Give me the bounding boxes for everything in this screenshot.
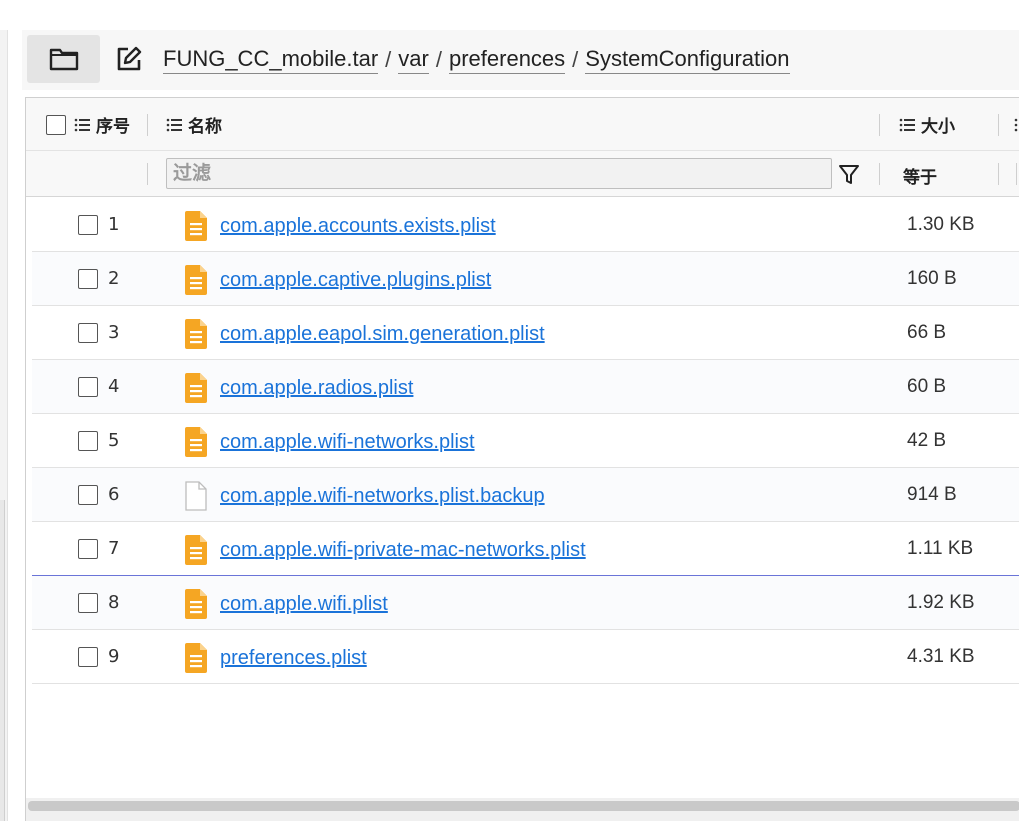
path-toolbar: FUNG_CC_mobile.tar / var / preferences /… — [22, 30, 1019, 90]
breadcrumb-item-var[interactable]: var — [398, 46, 429, 74]
table-row[interactable]: 3 com.apple.eapol.sim.generation.plist 66 … — [32, 306, 1019, 360]
row-index: 9 — [108, 646, 120, 667]
file-name-link[interactable]: com.apple.wifi-networks.plist — [220, 431, 475, 454]
filter-icon[interactable] — [837, 163, 861, 187]
file-size: 1.11 KB — [907, 538, 974, 559]
breadcrumb: FUNG_CC_mobile.tar / var / preferences /… — [163, 44, 790, 76]
row-checkbox[interactable] — [78, 485, 98, 505]
table-row[interactable]: 1 com.apple.accounts.exists.plist 1.30 KB — [32, 198, 1019, 252]
row-index: 5 — [108, 430, 120, 451]
breadcrumb-item-systemconfiguration[interactable]: SystemConfiguration — [585, 46, 790, 74]
select-all-checkbox[interactable] — [46, 114, 66, 135]
file-name-link[interactable]: com.apple.wifi.plist — [220, 593, 388, 616]
file-name-link[interactable]: com.apple.eapol.sim.generation.plist — [220, 323, 545, 346]
file-icon — [183, 319, 209, 349]
column-resize-handle[interactable] — [147, 114, 148, 136]
file-name-link[interactable]: com.apple.radios.plist — [220, 377, 413, 400]
file-icon — [183, 373, 209, 403]
file-size: 160 B — [907, 268, 957, 289]
breadcrumb-item-preferences[interactable]: preferences — [448, 46, 566, 74]
column-header-size[interactable]: 大小 — [899, 98, 955, 151]
grid-header: 序号 名称 大小 过滤 等于 — [26, 98, 1019, 197]
row-index: 3 — [108, 322, 120, 343]
list-icon — [1014, 118, 1019, 132]
row-index: 8 — [108, 592, 120, 613]
column-divider — [998, 163, 999, 185]
edit-path-button[interactable] — [114, 44, 144, 74]
breadcrumb-item-archive[interactable]: FUNG_CC_mobile.tar — [163, 46, 379, 74]
file-size: 66 B — [907, 322, 947, 343]
file-size: 4.31 KB — [907, 646, 975, 667]
row-checkbox[interactable] — [78, 215, 98, 235]
file-size: 42 B — [907, 430, 947, 451]
row-index: 2 — [108, 268, 120, 289]
file-icon — [183, 535, 209, 565]
column-header-row: 序号 名称 大小 — [26, 98, 1019, 151]
file-icon — [183, 643, 209, 673]
window-top-strip — [0, 0, 1019, 18]
row-checkbox[interactable] — [78, 431, 98, 451]
column-divider — [1016, 163, 1017, 185]
file-size: 1.92 KB — [907, 592, 975, 613]
filter-row: 过滤 等于 — [26, 151, 1019, 197]
column-resize-handle[interactable] — [998, 114, 999, 136]
row-checkbox[interactable] — [78, 539, 98, 559]
breadcrumb-separator: / — [385, 47, 392, 72]
column-index-label: 序号 — [96, 117, 130, 137]
size-filter-operator[interactable]: 等于 — [903, 163, 937, 188]
list-icon — [74, 118, 90, 132]
table-row[interactable]: 2 com.apple.captive.plugins.plist 160 B — [32, 252, 1019, 306]
table-row[interactable]: 5 com.apple.wifi-networks.plist 42 B — [32, 414, 1019, 468]
column-size-label: 大小 — [921, 117, 955, 137]
row-checkbox[interactable] — [78, 647, 98, 667]
folder-icon — [49, 48, 78, 71]
file-name-link[interactable]: com.apple.wifi-networks.plist.backup — [220, 485, 545, 508]
file-grid: 序号 名称 大小 过滤 等于 1 com.apple.accounts.exis… — [25, 97, 1019, 821]
file-size: 914 B — [907, 484, 957, 505]
column-divider — [147, 163, 148, 185]
breadcrumb-separator: / — [572, 47, 579, 72]
file-name-link[interactable]: com.apple.wifi-private-mac-networks.plis… — [220, 539, 586, 562]
row-index: 6 — [108, 484, 120, 505]
file-icon — [183, 265, 209, 295]
list-icon — [899, 118, 915, 132]
list-icon — [166, 118, 182, 132]
file-icon — [183, 211, 209, 241]
left-panel-scrollbar[interactable] — [0, 500, 5, 821]
file-name-link[interactable]: preferences.plist — [220, 647, 367, 670]
table-row[interactable]: 7 com.apple.wifi-private-mac-networks.pli… — [32, 522, 1019, 576]
name-filter-input[interactable]: 过滤 — [166, 158, 832, 189]
file-name-link[interactable]: com.apple.accounts.exists.plist — [220, 215, 496, 238]
column-name-label: 名称 — [188, 117, 222, 137]
table-row[interactable]: 4 com.apple.radios.plist 60 B — [32, 360, 1019, 414]
blank-file-icon — [183, 481, 209, 511]
row-index: 1 — [108, 214, 120, 235]
column-divider — [879, 163, 880, 185]
folder-button[interactable] — [27, 35, 100, 83]
column-resize-handle[interactable] — [879, 114, 880, 136]
file-icon — [183, 589, 209, 619]
column-header-name[interactable]: 名称 — [166, 98, 222, 151]
row-checkbox[interactable] — [78, 377, 98, 397]
file-size: 60 B — [907, 376, 947, 397]
row-checkbox[interactable] — [78, 593, 98, 613]
file-name-link[interactable]: com.apple.captive.plugins.plist — [220, 269, 491, 292]
row-index: 7 — [108, 538, 120, 559]
table-row[interactable]: 6 com.apple.wifi-networks.plist.backup 914… — [32, 468, 1019, 522]
table-row[interactable]: 9 preferences.plist 4.31 KB — [32, 630, 1019, 684]
row-index: 4 — [108, 376, 120, 397]
table-row[interactable]: 8 com.apple.wifi.plist 1.92 KB — [32, 576, 1019, 630]
column-header-index[interactable]: 序号 — [46, 98, 130, 151]
horizontal-scrollbar-thumb[interactable] — [28, 801, 1019, 811]
file-size: 1.30 KB — [907, 214, 975, 235]
row-checkbox[interactable] — [78, 269, 98, 289]
breadcrumb-separator: / — [435, 47, 442, 72]
edit-icon — [117, 46, 142, 71]
row-checkbox[interactable] — [78, 323, 98, 343]
file-icon — [183, 427, 209, 457]
column-header-next[interactable] — [1014, 98, 1019, 151]
